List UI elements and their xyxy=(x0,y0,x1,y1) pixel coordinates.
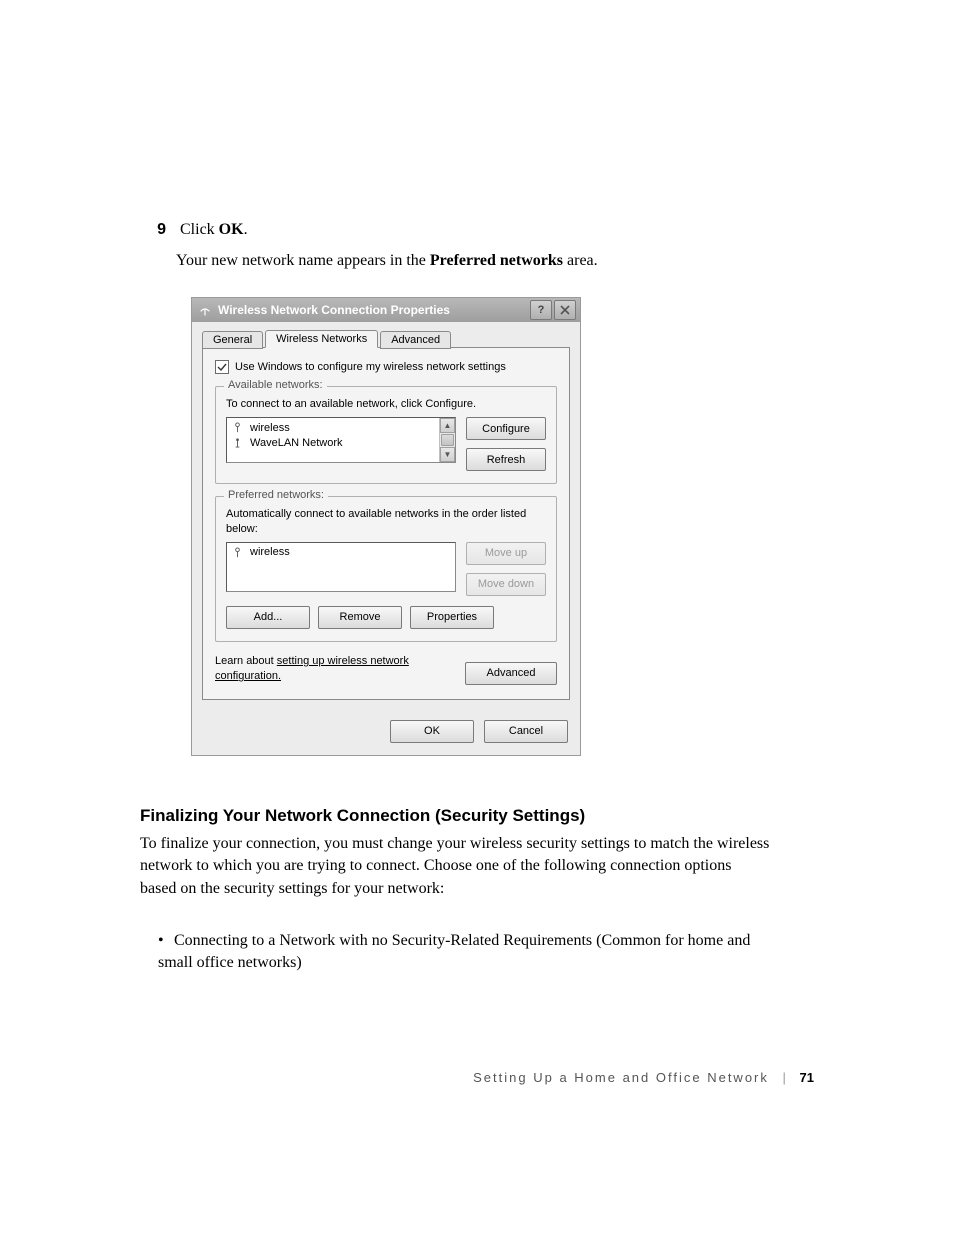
tabs: General Wireless Networks Advanced xyxy=(202,330,570,348)
available-networks-list[interactable]: wireless WaveLAN Network ▲ xyxy=(226,417,456,463)
list-item-label: WaveLAN Network xyxy=(250,437,343,449)
help-button[interactable]: ? xyxy=(530,300,552,320)
preferred-legend: Preferred networks: xyxy=(224,489,328,501)
available-networks-group: Available networks: To connect to an ava… xyxy=(215,386,557,484)
scroll-thumb[interactable] xyxy=(441,434,454,446)
dialog-title: Wireless Network Connection Properties xyxy=(218,303,528,317)
move-down-button[interactable]: Move down xyxy=(466,573,546,596)
tab-advanced[interactable]: Advanced xyxy=(380,331,451,349)
page-number: 71 xyxy=(800,1070,814,1085)
list-item[interactable]: wireless xyxy=(231,420,435,435)
configure-button[interactable]: Configure xyxy=(466,417,546,440)
step-number: 9 xyxy=(148,219,166,241)
section-paragraph: To finalize your connection, you must ch… xyxy=(140,833,770,900)
section-heading: Finalizing Your Network Connection (Secu… xyxy=(140,806,585,826)
wireless-icon xyxy=(198,303,212,317)
antenna-icon xyxy=(231,421,244,434)
followup-text: Your new network name appears in the Pre… xyxy=(176,250,598,272)
close-button[interactable] xyxy=(554,300,576,320)
dialog-button-row: OK Cancel xyxy=(192,710,580,755)
checkbox-label: Use Windows to configure my wireless net… xyxy=(235,361,506,373)
learn-text: Learn about setting up wireless network … xyxy=(215,654,465,685)
list-item[interactable]: WaveLAN Network xyxy=(231,435,435,450)
move-up-button[interactable]: Move up xyxy=(466,542,546,565)
checkbox-icon[interactable] xyxy=(215,360,229,374)
properties-button[interactable]: Properties xyxy=(410,606,494,629)
tab-panel: Use Windows to configure my wireless net… xyxy=(202,347,570,700)
bullet-dot: • xyxy=(158,930,174,952)
preferred-networks-list[interactable]: wireless xyxy=(226,542,456,592)
add-button[interactable]: Add... xyxy=(226,606,310,629)
ok-button[interactable]: OK xyxy=(390,720,474,743)
step-text: Click OK. xyxy=(180,221,248,238)
titlebar: Wireless Network Connection Properties ? xyxy=(192,298,580,322)
list-item-label: wireless xyxy=(250,546,290,558)
use-windows-checkbox-row[interactable]: Use Windows to configure my wireless net… xyxy=(215,360,557,374)
remove-button[interactable]: Remove xyxy=(318,606,402,629)
available-legend: Available networks: xyxy=(224,379,327,391)
step-line: 9 Click OK. xyxy=(148,219,248,241)
page-footer: Setting Up a Home and Office Network | 7… xyxy=(0,1070,954,1085)
tab-general[interactable]: General xyxy=(202,331,263,349)
advanced-button[interactable]: Advanced xyxy=(465,662,557,685)
refresh-button[interactable]: Refresh xyxy=(466,448,546,471)
scroll-down-icon[interactable]: ▼ xyxy=(440,447,455,462)
preferred-instruction: Automatically connect to available netwo… xyxy=(226,507,546,536)
bullet-item: •Connecting to a Network with no Securit… xyxy=(158,930,770,975)
properties-dialog: Wireless Network Connection Properties ?… xyxy=(192,298,580,755)
tab-wireless-networks[interactable]: Wireless Networks xyxy=(265,330,378,348)
cancel-button[interactable]: Cancel xyxy=(484,720,568,743)
list-item[interactable]: wireless xyxy=(231,545,451,560)
footer-separator: | xyxy=(783,1070,786,1085)
scroll-up-icon[interactable]: ▲ xyxy=(440,418,455,433)
antenna-icon xyxy=(231,436,244,449)
preferred-networks-group: Preferred networks: Automatically connec… xyxy=(215,496,557,642)
antenna-icon xyxy=(231,546,244,559)
available-instruction: To connect to an available network, clic… xyxy=(226,397,546,411)
list-item-label: wireless xyxy=(250,422,290,434)
footer-section: Setting Up a Home and Office Network xyxy=(473,1070,769,1085)
scrollbar[interactable]: ▲ ▼ xyxy=(439,418,455,462)
